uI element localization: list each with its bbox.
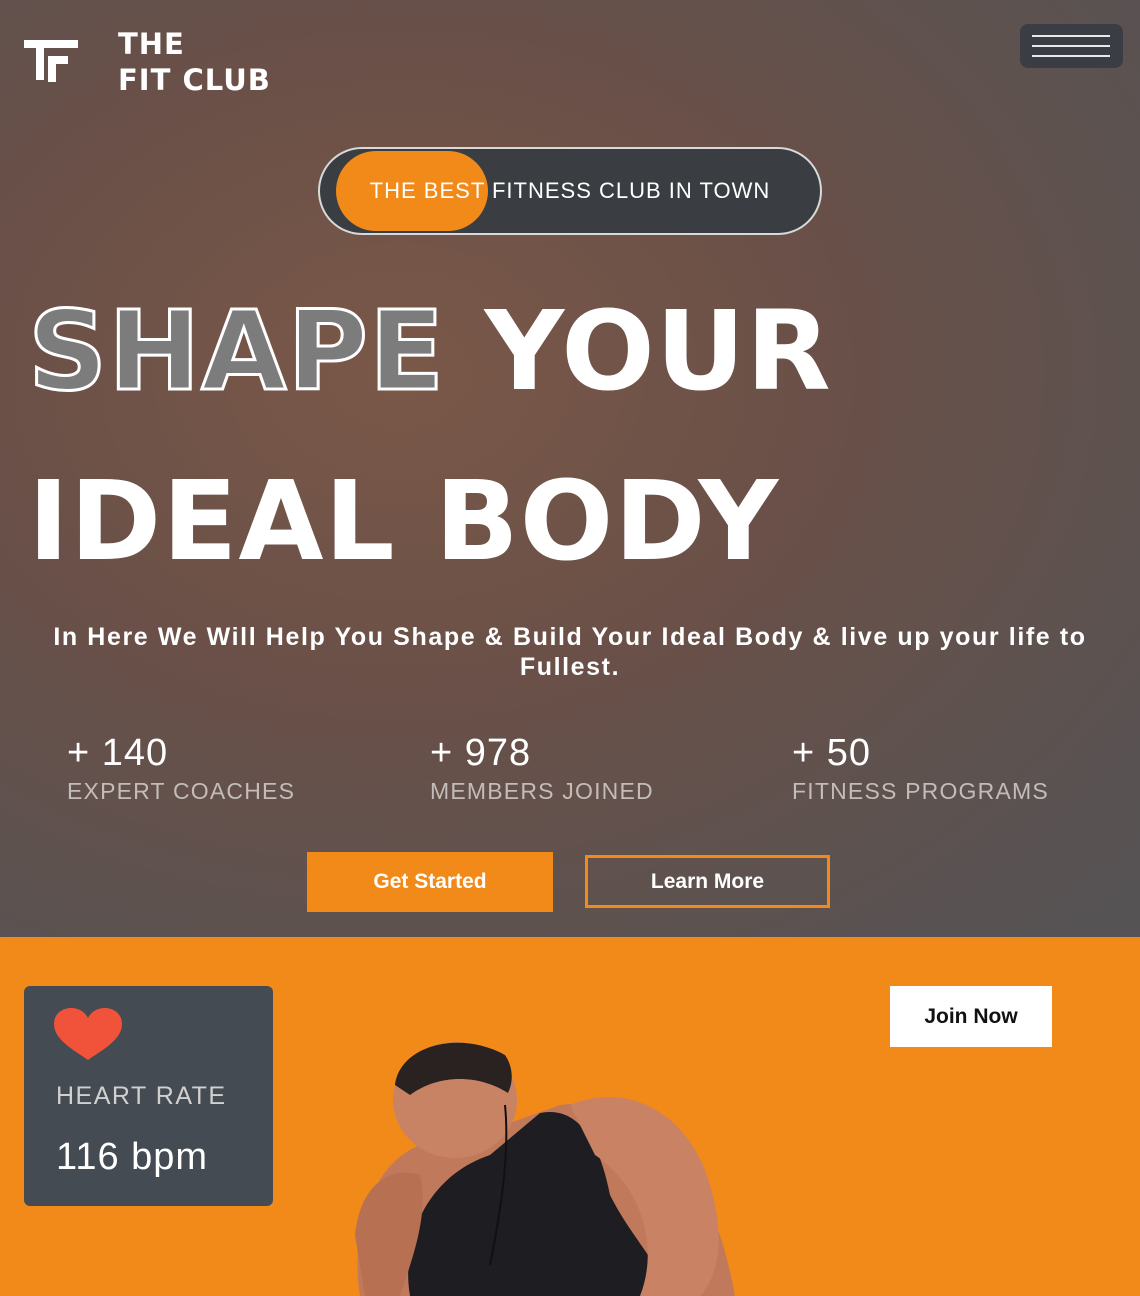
hamburger-menu-icon	[1032, 35, 1110, 37]
menu-button[interactable]	[1020, 24, 1123, 68]
hamburger-menu-icon	[1032, 45, 1110, 47]
hero-subtitle: In Here We Will Help You Shape & Build Y…	[53, 623, 1087, 681]
heart-icon	[54, 1008, 122, 1060]
heart-rate-label: HEART RATE	[56, 1082, 227, 1110]
tagline-text: THE BEST FITNESS CLUB IN TOWN	[369, 178, 771, 203]
learn-more-button[interactable]: Learn More	[585, 855, 830, 908]
heart-rate-value: 116 bpm	[56, 1136, 209, 1178]
headline-line-1: SHAPE YOUR	[26, 295, 832, 408]
stat-coaches: + 140 EXPERT COACHES	[67, 732, 295, 806]
join-now-button[interactable]: Join Now	[890, 986, 1052, 1047]
athlete-photo	[355, 1042, 735, 1296]
stat-value: + 140	[67, 732, 169, 774]
headline-outline-word: SHAPE	[26, 287, 446, 415]
brand-line-1: THE	[118, 27, 185, 61]
stat-members: + 978 MEMBERS JOINED	[430, 732, 654, 806]
hero-section: THE FIT CLUB THE BEST FITNESS CLUB IN TO…	[0, 0, 1140, 937]
brand-line-2: FIT CLUB	[118, 63, 271, 97]
fit-club-logo-icon	[24, 40, 78, 82]
headline-line-2: IDEAL BODY	[28, 457, 780, 585]
get-started-button[interactable]: Get Started	[307, 852, 553, 912]
heart-rate-card: HEART RATE 116 bpm	[24, 986, 273, 1206]
tagline-badge: THE BEST FITNESS CLUB IN TOWN	[318, 147, 822, 235]
stat-label: EXPERT COACHES	[67, 778, 296, 804]
brand-name: THE FIT CLUB	[118, 26, 271, 98]
stat-label: FITNESS PROGRAMS	[792, 778, 1049, 804]
headline-word: YOUR	[484, 287, 832, 415]
stat-label: MEMBERS JOINED	[430, 778, 654, 804]
stat-value: + 50	[792, 732, 872, 774]
hamburger-menu-icon	[1032, 55, 1110, 57]
stat-value: + 978	[430, 732, 532, 774]
stat-programs: + 50 FITNESS PROGRAMS	[792, 732, 1049, 806]
